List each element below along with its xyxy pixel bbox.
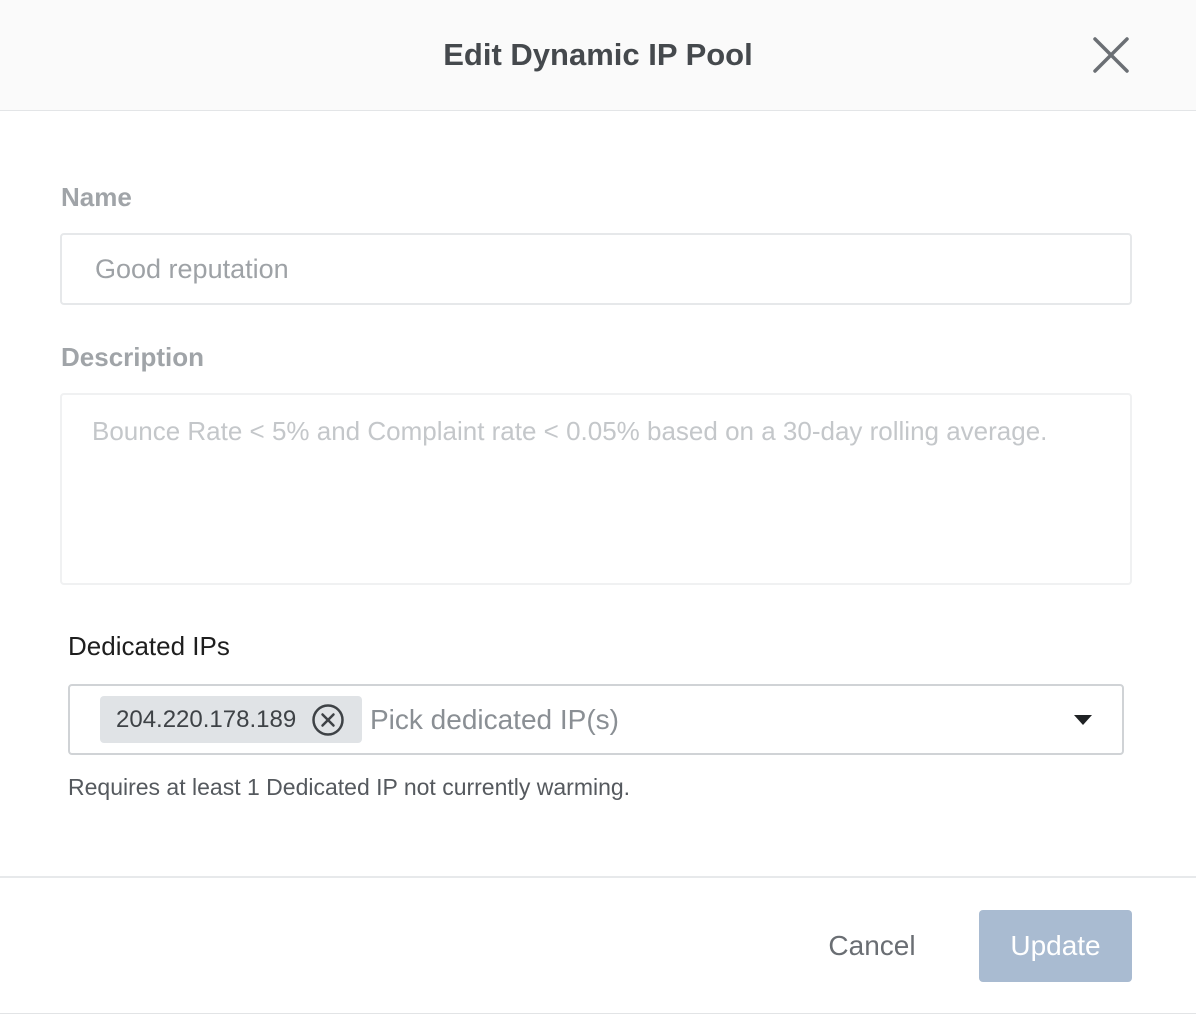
remove-ip-button[interactable] xyxy=(310,702,346,738)
update-button[interactable]: Update xyxy=(979,910,1132,982)
selected-ip-chip: 204.220.178.189 xyxy=(100,696,362,743)
dialog-title: Edit Dynamic IP Pool xyxy=(443,37,753,72)
remove-circle-icon xyxy=(312,704,344,736)
cancel-button[interactable]: Cancel xyxy=(810,910,934,982)
description-label: Description xyxy=(61,342,205,372)
footer-divider xyxy=(0,876,1196,878)
close-button[interactable] xyxy=(1090,34,1132,76)
description-textarea[interactable]: Bounce Rate < 5% and Complaint rate < 0.… xyxy=(60,393,1132,585)
close-icon xyxy=(1093,37,1129,73)
caret-down-icon[interactable] xyxy=(1072,713,1094,727)
dialog-header: Edit Dynamic IP Pool xyxy=(0,0,1196,111)
name-input[interactable] xyxy=(60,233,1132,305)
ip-search-placeholder[interactable]: Pick dedicated IP(s) xyxy=(370,686,619,753)
dedicated-ips-select[interactable]: 204.220.178.189 Pick dedicated IP(s) xyxy=(68,684,1124,755)
name-label: Name xyxy=(61,182,132,212)
dedicated-ips-helper-text: Requires at least 1 Dedicated IP not cur… xyxy=(68,774,631,800)
edit-ip-pool-dialog: Edit Dynamic IP Pool Name Description Bo… xyxy=(0,0,1196,1014)
dedicated-ips-label: Dedicated IPs xyxy=(68,631,230,661)
selected-ip-label: 204.220.178.189 xyxy=(116,706,297,733)
